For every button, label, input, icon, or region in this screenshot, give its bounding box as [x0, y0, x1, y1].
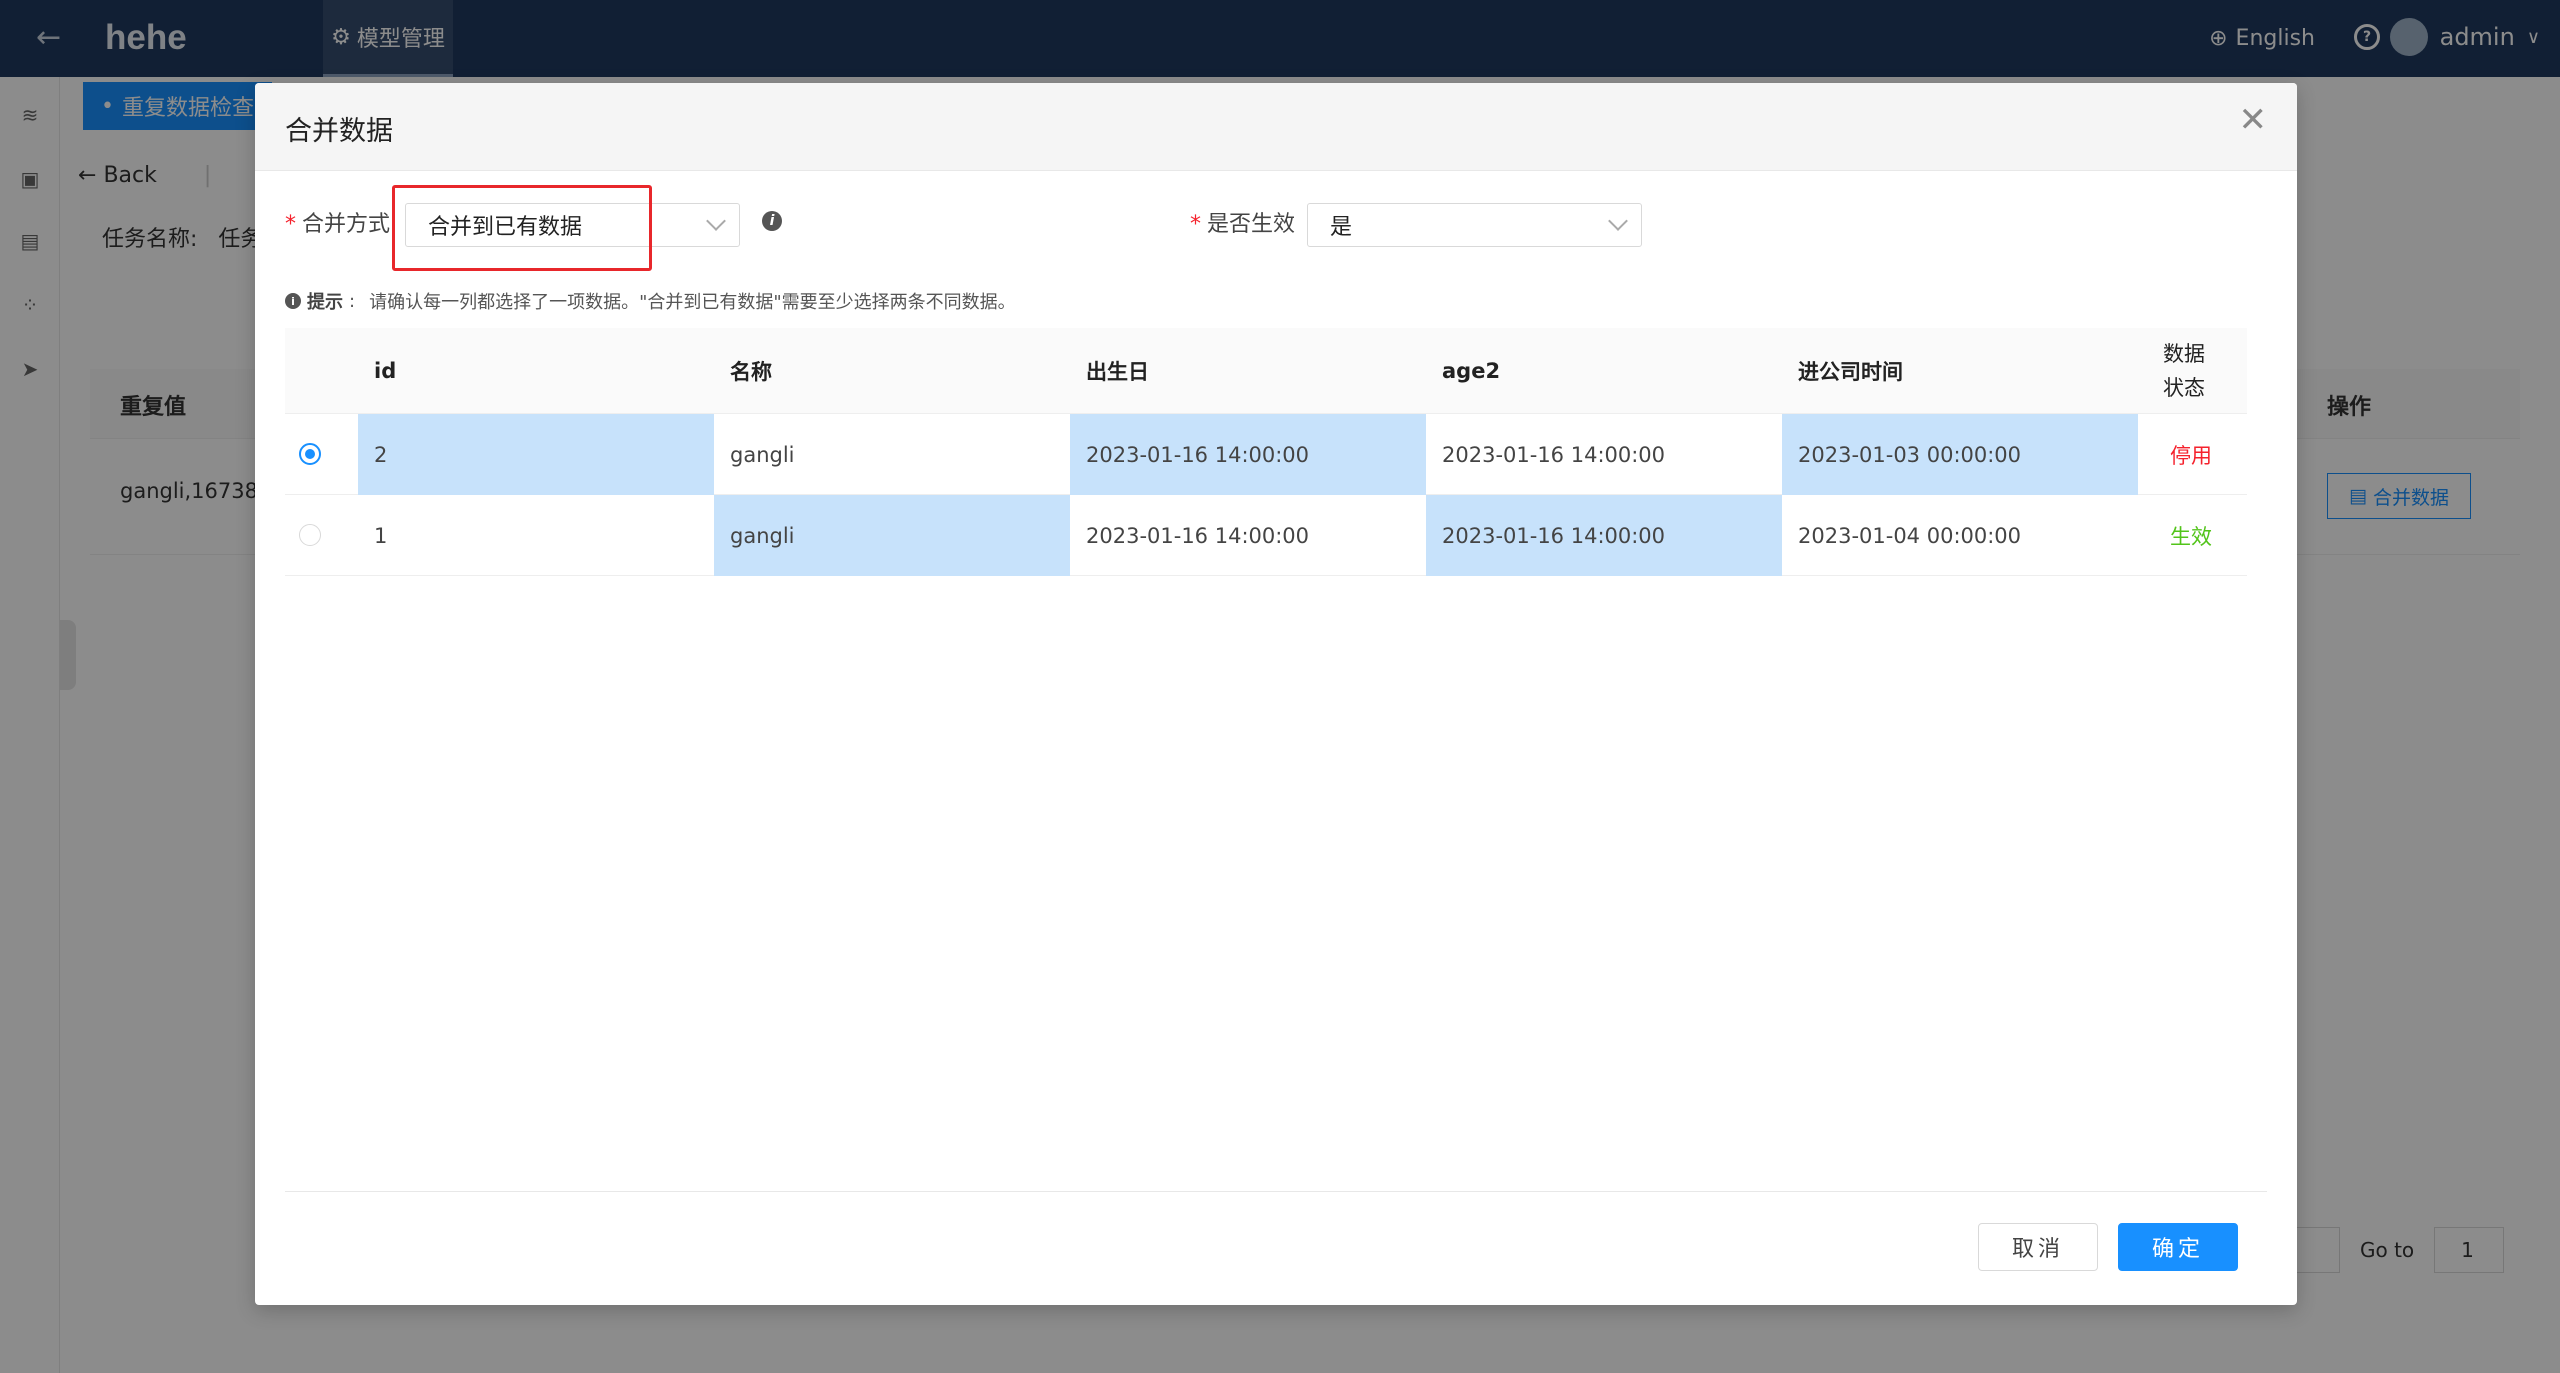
footer-divider [285, 1191, 2267, 1192]
effective-select[interactable]: 是 [1307, 203, 1642, 247]
row-radio[interactable] [299, 524, 321, 546]
cell-join-date[interactable]: 2023-01-03 00:00:00 [1782, 414, 2138, 495]
info-icon[interactable]: i [762, 211, 782, 231]
col-join-date: 进公司时间 [1798, 360, 1903, 384]
tip-text: i 提示: 请确认每一列都选择了一项数据。"合并到已有数据"需要至少选择两条不同… [285, 288, 1016, 314]
cell-age2[interactable]: 2023-01-16 14:00:00 [1426, 414, 1782, 495]
col-name: 名称 [730, 360, 772, 384]
col-birthday: 出生日 [1086, 360, 1149, 384]
col-status: 数据 状态 [2163, 342, 2205, 400]
table-header: id 名称 出生日 age2 进公司时间 数据 状态 [285, 328, 2247, 414]
effective-label: * 是否生效 [1190, 212, 1296, 237]
row-radio[interactable] [299, 443, 321, 465]
modal-title: 合并数据 [285, 116, 393, 147]
cell-id[interactable]: 2 [358, 414, 714, 495]
col-id: id [374, 359, 397, 383]
cell-name[interactable]: gangli [714, 495, 1070, 576]
confirm-button[interactable]: 确定 [2118, 1223, 2238, 1271]
modal-header: 合并数据 ✕ [255, 83, 2297, 171]
cell-age2[interactable]: 2023-01-16 14:00:00 [1426, 495, 1782, 576]
chevron-down-icon [706, 211, 726, 231]
close-icon[interactable]: ✕ [2239, 103, 2268, 137]
merge-table: id 名称 出生日 age2 进公司时间 数据 状态 2 gangli 2023-… [285, 328, 2247, 576]
status-badge: 生效 [2170, 524, 2212, 549]
table-row[interactable]: 2 gangli 2023-01-16 14:00:00 2023-01-16 … [285, 414, 2247, 495]
info-icon: i [285, 293, 301, 309]
cell-join-date[interactable]: 2023-01-04 00:00:00 [1782, 495, 2138, 576]
status-badge: 停用 [2170, 443, 2212, 468]
merge-data-modal: 合并数据 ✕ * 合并方式 合并到已有数据 i * 是否生效 是 i 提示: 请确认… [255, 83, 2297, 1305]
annotation-highlight-box [392, 185, 652, 271]
cell-birthday[interactable]: 2023-01-16 14:00:00 [1070, 495, 1426, 576]
cell-name[interactable]: gangli [714, 414, 1070, 495]
cancel-button[interactable]: 取消 [1978, 1223, 2098, 1271]
col-age2: age2 [1442, 359, 1501, 383]
effective-value: 是 [1330, 215, 1353, 240]
chevron-down-icon [1608, 211, 1628, 231]
cell-birthday[interactable]: 2023-01-16 14:00:00 [1070, 414, 1426, 495]
cell-id[interactable]: 1 [358, 495, 714, 576]
table-row[interactable]: 1 gangli 2023-01-16 14:00:00 2023-01-16 … [285, 495, 2247, 576]
merge-mode-label: * 合并方式 [285, 212, 391, 237]
